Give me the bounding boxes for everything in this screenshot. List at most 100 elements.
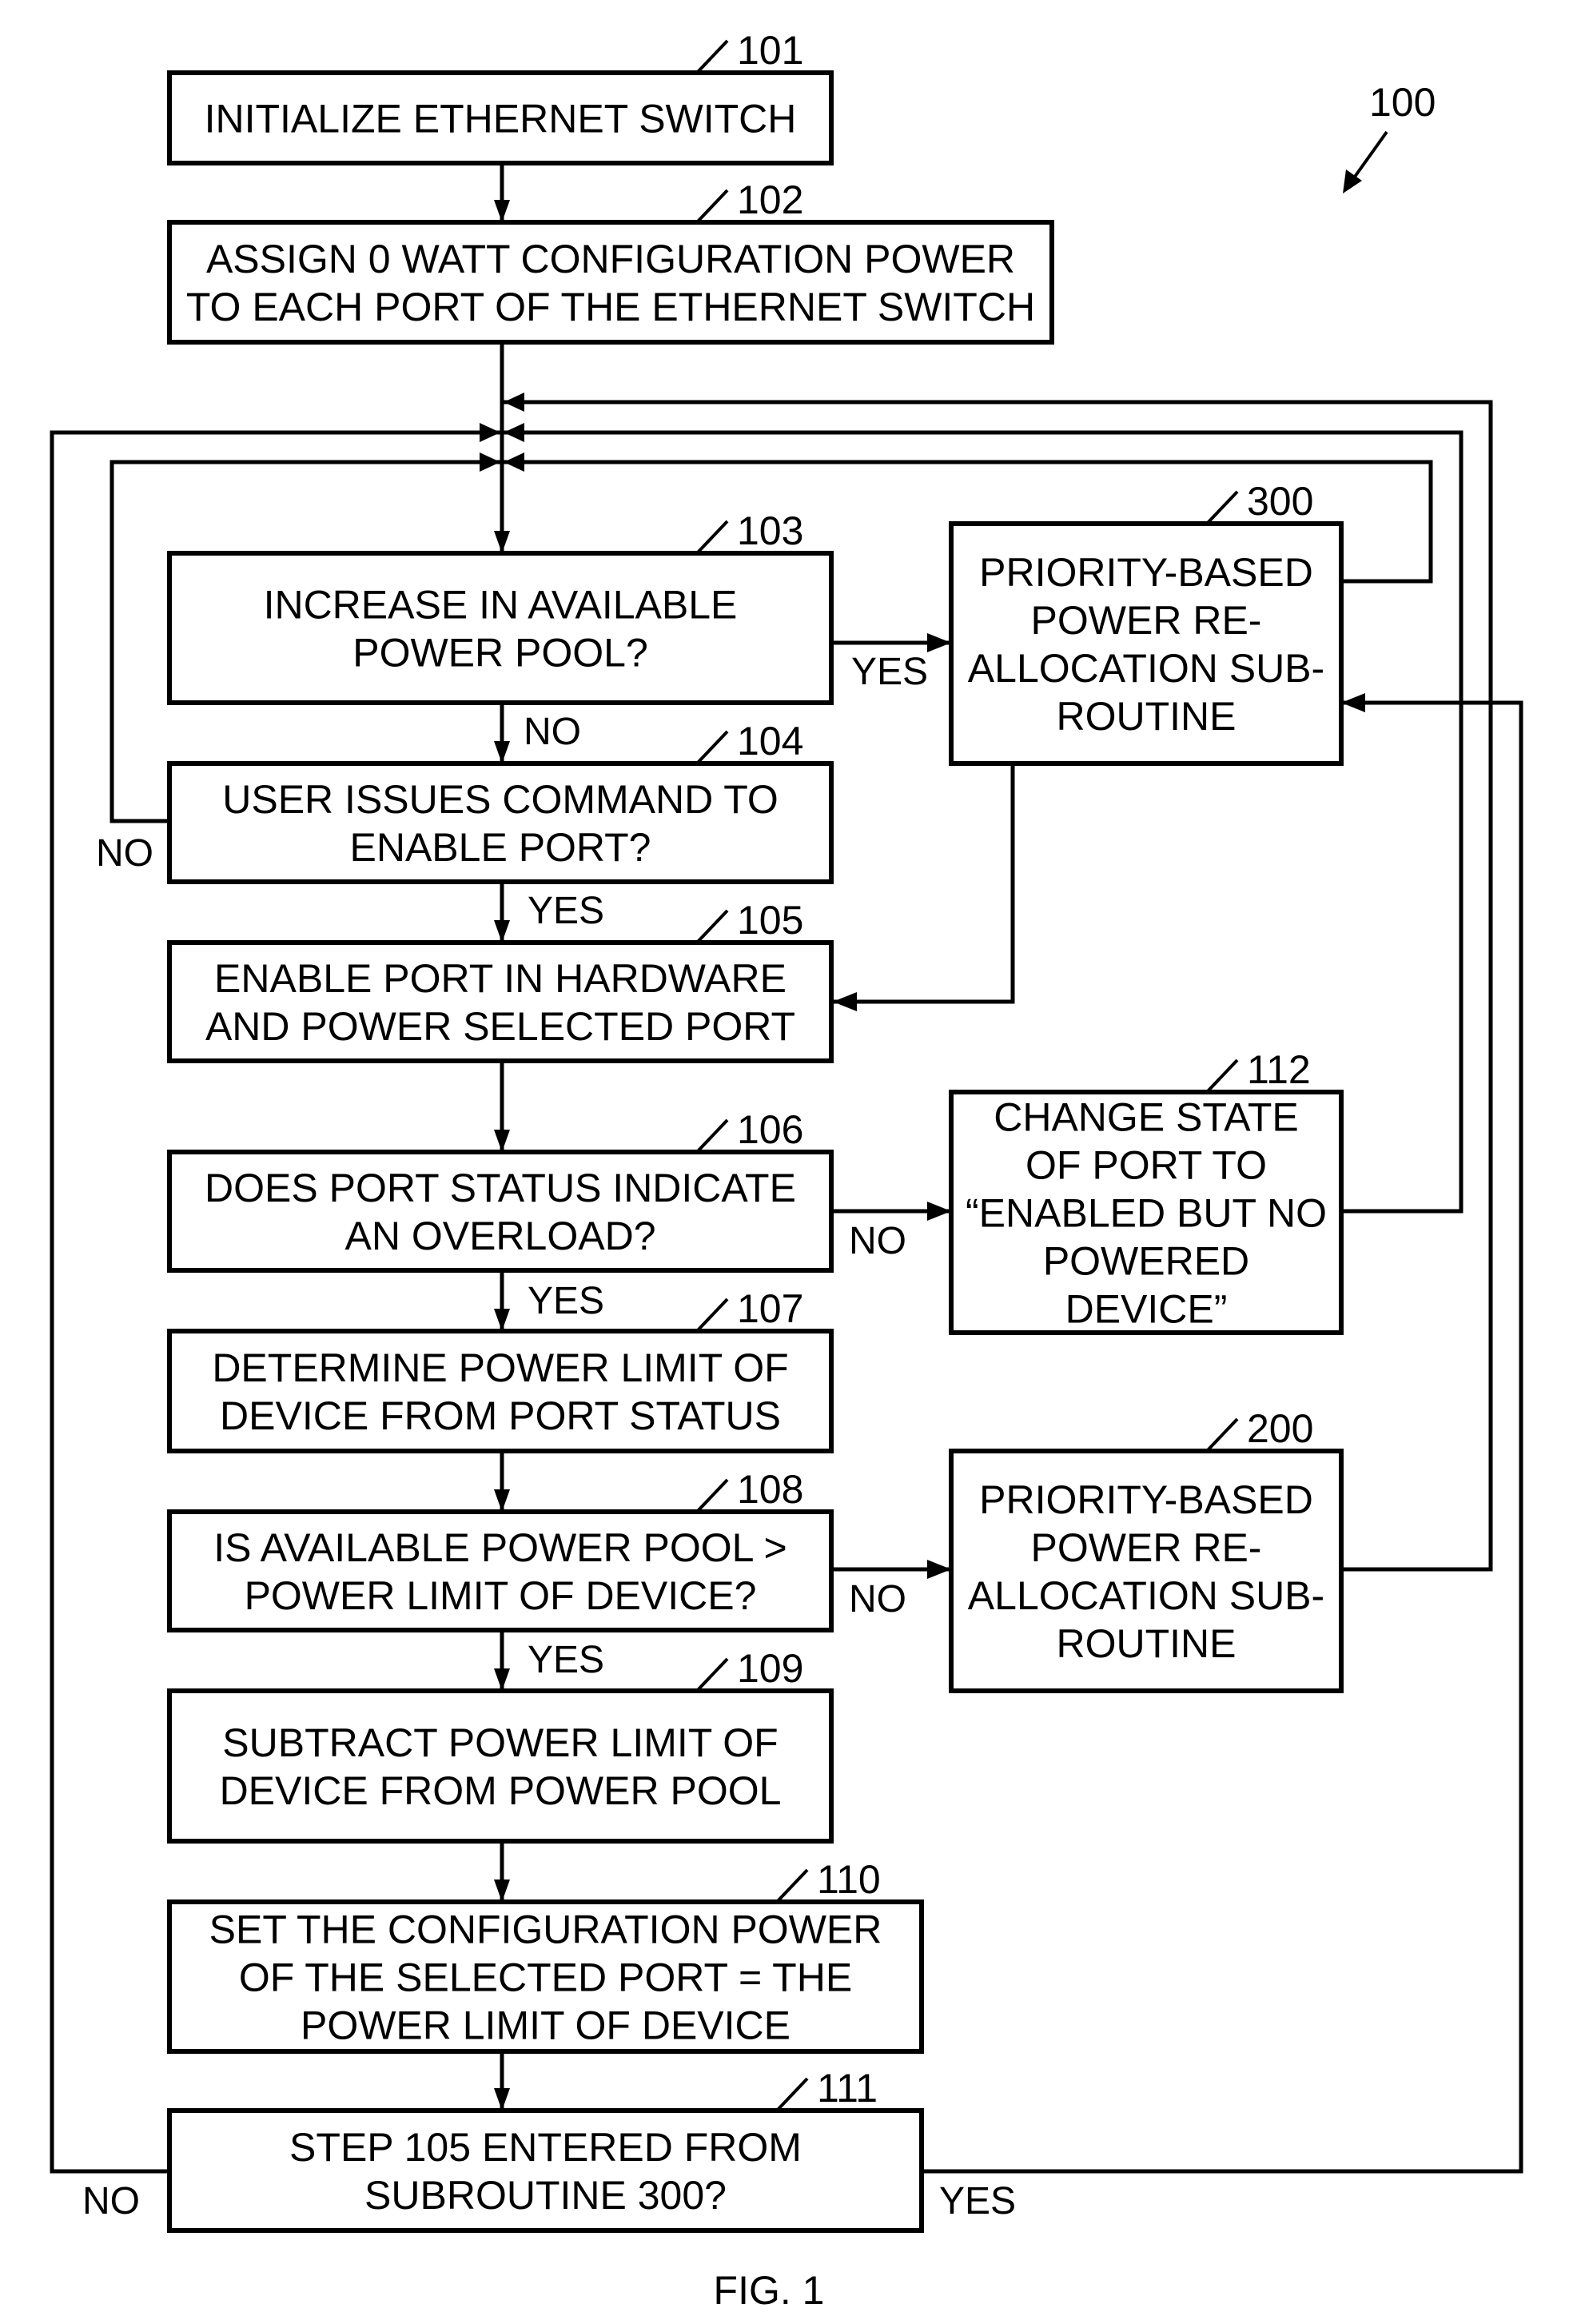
arrowhead-merge-112 — [504, 423, 524, 442]
arrowhead-right-300 — [927, 633, 951, 652]
step-110-text-line: SET THE CONFIGURATION POWER — [209, 1907, 882, 1952]
step-104-leader-line — [695, 730, 729, 765]
step-101: INITIALIZE ETHERNET SWITCH 101 — [167, 28, 834, 165]
label-111-no: NO — [82, 2180, 140, 2222]
label-103-yes: YES — [851, 651, 928, 693]
step-103-text-line: INCREASE IN AVAILABLE — [264, 583, 738, 628]
step-106-text-line: DOES PORT STATUS INDICATE — [205, 1166, 796, 1210]
step-108-leader-line — [695, 1478, 729, 1513]
arrowhead-down-105 — [494, 920, 510, 943]
step-102-leader-line — [695, 189, 729, 224]
step-200: PRIORITY-BASEDPOWER RE-ALLOCATION SUB-RO… — [949, 1406, 1344, 1693]
step-300: PRIORITY-BASEDPOWER RE-ALLOCATION SUB-RO… — [949, 479, 1344, 766]
arrowhead-merge-104-no — [480, 452, 500, 472]
step-109-text-line: SUBTRACT POWER LIMIT OF — [222, 1720, 778, 1765]
step-105-text-line: AND POWER SELECTED PORT — [205, 1004, 795, 1049]
arrowhead-down-106 — [494, 1130, 510, 1152]
step-300-text-line: POWER RE- — [1031, 598, 1262, 643]
step-112-text-line: CHANGE STATE — [994, 1095, 1299, 1140]
step-101-leader-line — [695, 39, 729, 74]
step-107-text-line: DEVICE FROM PORT STATUS — [220, 1393, 781, 1438]
step-111-text-line: STEP 105 ENTERED FROM — [289, 2125, 802, 2170]
arrowhead-down-110 — [494, 1880, 510, 1902]
arrowhead-left-300 — [1341, 693, 1365, 712]
figure-caption: FIG. 1 — [714, 2268, 825, 2313]
step-112-reference-number: 112 — [1247, 1047, 1311, 1092]
step-102-reference-number: 102 — [737, 177, 803, 222]
label-108-yes: YES — [528, 1639, 604, 1681]
arrowhead-down-109 — [494, 1668, 510, 1691]
step-109-text-line: DEVICE FROM POWER POOL — [220, 1768, 782, 1813]
step-108-reference-number: 108 — [737, 1467, 803, 1512]
step-111-text-line: SUBROUTINE 300? — [364, 2173, 727, 2218]
label-103-no: NO — [524, 711, 581, 753]
step-300-text-line: ALLOCATION SUB- — [968, 646, 1324, 691]
step-105-text-line: ENABLE PORT IN HARDWARE — [214, 956, 787, 1001]
step-106-leader-line — [695, 1118, 729, 1154]
step-101-reference-number: 101 — [737, 28, 803, 73]
step-111-reference-number: 111 — [817, 2066, 878, 2111]
step-103-text-line: POWER POOL? — [352, 631, 648, 676]
step-109-leader-line — [695, 1657, 729, 1692]
step-300-leader-line — [1205, 490, 1239, 525]
step-110-text-line: POWER LIMIT OF DEVICE — [301, 2003, 790, 2048]
arrowhead-merge-111-no — [480, 423, 500, 442]
step-200-leader-line — [1205, 1417, 1239, 1453]
step-112-text-line: DEVICE” — [1065, 1287, 1228, 1332]
label-104-yes: YES — [528, 890, 604, 932]
arrowhead-down-108 — [494, 1489, 510, 1512]
step-109-box — [167, 1688, 834, 1844]
step-200-text-line: POWER RE- — [1031, 1525, 1262, 1570]
step-112-text-line: POWERED — [1043, 1239, 1249, 1284]
arrowhead-down-111 — [494, 2088, 510, 2111]
step-109-reference-number: 109 — [737, 1646, 803, 1691]
step-105-reference-number: 105 — [737, 898, 803, 943]
step-106-text-line: AN OVERLOAD? — [344, 1214, 655, 1258]
step-104-text-line: ENABLE PORT? — [349, 825, 651, 870]
step-200-text-line: ALLOCATION SUB- — [968, 1573, 1324, 1618]
step-103-reference-number: 103 — [737, 508, 803, 553]
figure-reference-number: 100 — [1369, 80, 1436, 125]
step-106-reference-number: 106 — [737, 1107, 803, 1152]
label-104-no: NO — [96, 832, 153, 875]
step-107-text-line: DETERMINE POWER LIMIT OF — [212, 1345, 788, 1390]
step-102-text-line: TO EACH PORT OF THE ETHERNET SWITCH — [186, 285, 1035, 329]
step-102-text-line: ASSIGN 0 WATT CONFIGURATION POWER — [206, 237, 1015, 281]
step-111-leader-line — [775, 2077, 809, 2112]
step-112: CHANGE STATEOF PORT TO“ENABLED BUT NOPOW… — [949, 1047, 1344, 1335]
step-110-leader-line — [775, 1868, 809, 1903]
step-200-text-line: PRIORITY-BASED — [979, 1477, 1313, 1522]
step-300-reference-number: 300 — [1247, 479, 1313, 524]
step-110-reference-number: 110 — [817, 1857, 881, 1902]
label-111-yes: YES — [939, 2180, 1016, 2222]
arrowhead-right-200 — [927, 1560, 951, 1579]
step-200-text-line: ROUTINE — [1057, 1621, 1237, 1666]
step-112-text-line: OF PORT TO — [1025, 1143, 1267, 1188]
arrowhead-merge-200 — [504, 393, 524, 412]
step-103-box — [167, 551, 834, 705]
label-106-yes: YES — [528, 1280, 604, 1322]
step-300-text-line: ROUTINE — [1057, 694, 1237, 739]
step-300-text-line: PRIORITY-BASED — [979, 550, 1313, 595]
label-106-no: NO — [849, 1220, 906, 1262]
step-112-text-line: “ENABLED BUT NO — [966, 1191, 1327, 1236]
step-107-reference-number: 107 — [737, 1286, 803, 1331]
step-108-text-line: IS AVAILABLE POWER POOL > — [213, 1525, 787, 1570]
flowchart: INITIALIZE ETHERNET SWITCH 101 ASSIGN 0 WA… — [50, 28, 1523, 2313]
arrowhead-down-103 — [494, 531, 510, 553]
step-105-leader-line — [695, 909, 729, 944]
figure-pointer-line — [1349, 130, 1388, 184]
step-200-reference-number: 200 — [1247, 1406, 1313, 1451]
arrowhead-right-112 — [927, 1202, 951, 1221]
connector-300-105 — [833, 763, 1015, 1004]
step-111: STEP 105 ENTERED FROMSUBROUTINE 300? 111 — [167, 2066, 924, 2233]
step-110: SET THE CONFIGURATION POWEROF THE SELECT… — [167, 1857, 924, 2054]
step-102: ASSIGN 0 WATT CONFIGURATION POWERTO EACH… — [167, 177, 1054, 345]
step-110-text-line: OF THE SELECTED PORT = THE — [239, 1955, 852, 2000]
arrowhead-down-102 — [494, 200, 510, 222]
arrowhead-down-107 — [494, 1309, 510, 1331]
step-107-leader-line — [695, 1298, 729, 1333]
arrowhead-left-105 — [833, 992, 857, 1011]
step-104-reference-number: 104 — [737, 719, 803, 763]
arrowhead-down-104 — [494, 741, 510, 763]
